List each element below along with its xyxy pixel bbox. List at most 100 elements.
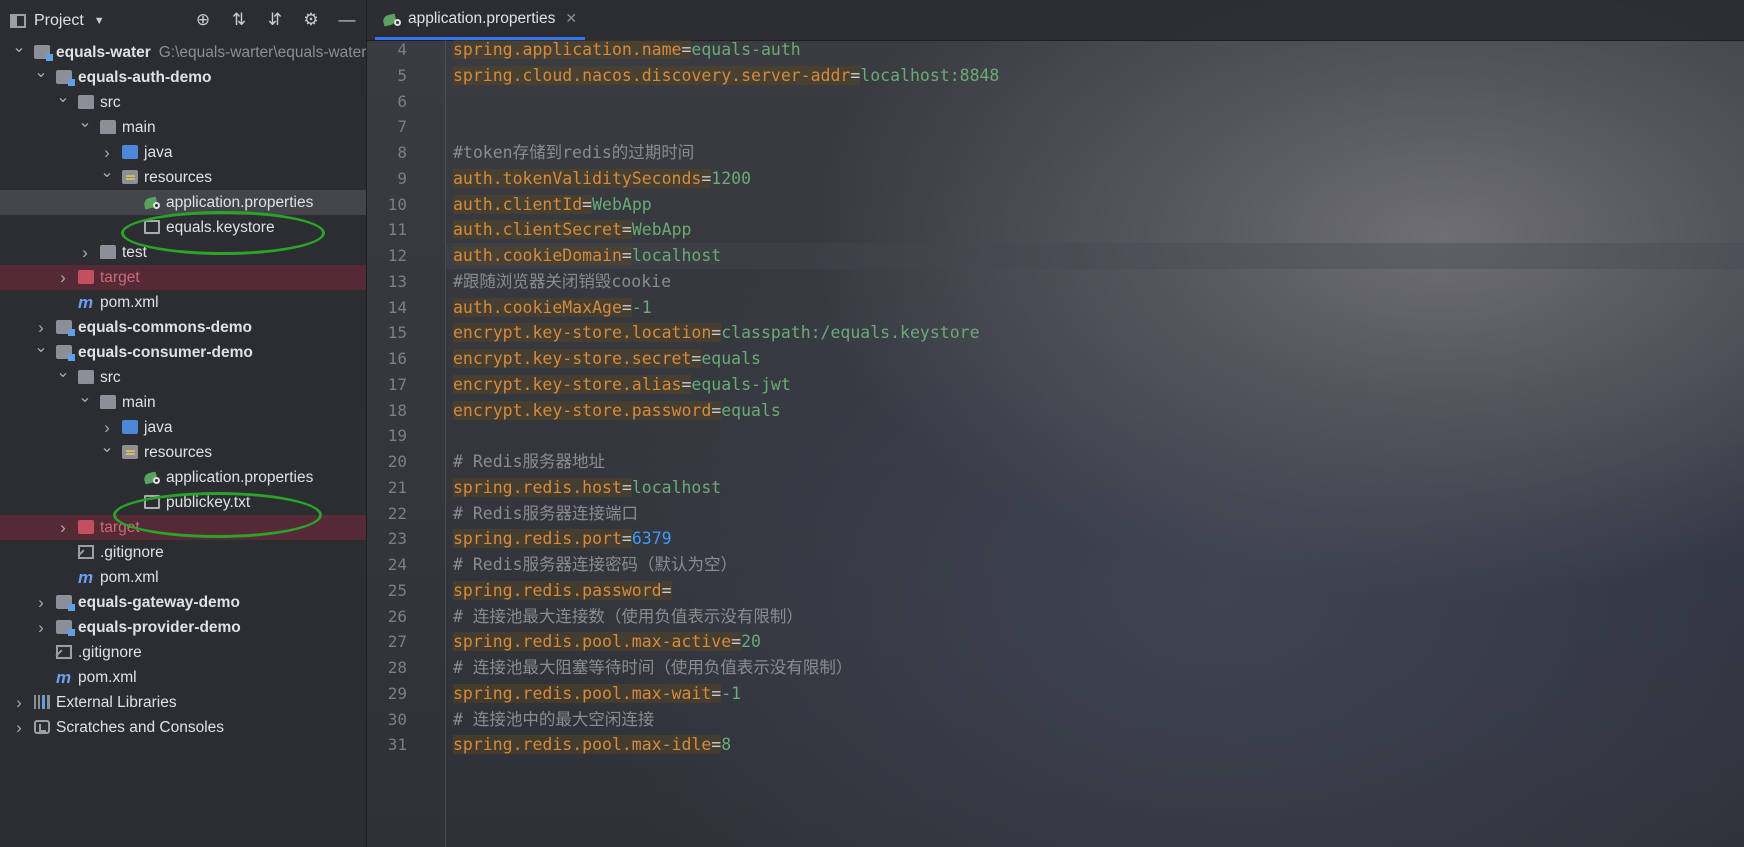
chevron-right-icon[interactable]: › <box>78 240 92 265</box>
code-line[interactable]: # Redis服务器连接端口 <box>453 501 638 527</box>
tree-row[interactable]: application.properties <box>0 190 366 215</box>
line-number: 29 <box>387 683 407 703</box>
tree-row[interactable]: › java <box>0 415 366 440</box>
code-line[interactable]: spring.redis.port=6379 <box>453 526 672 552</box>
code-line[interactable]: spring.redis.pool.max-wait=-1 <box>453 681 741 707</box>
tree-row[interactable]: › External Libraries <box>0 690 366 715</box>
line-number: 28 <box>387 658 407 677</box>
project-panel-title[interactable]: Project <box>34 12 84 30</box>
tree-row[interactable]: › Scratches and Consoles <box>0 715 366 740</box>
property-value: 1200 <box>711 168 752 188</box>
chevron-right-icon[interactable]: › <box>12 715 26 740</box>
code-line[interactable]: encrypt.key-store.password=equals <box>453 398 781 424</box>
tree-item-label: pom.xml <box>78 669 137 686</box>
code-line[interactable]: # 连接池最大阻塞等待时间（使用负值表示没有限制） <box>453 655 852 681</box>
code-line[interactable]: spring.redis.pool.max-idle=8 <box>453 732 731 758</box>
properties-file-icon <box>144 470 160 484</box>
libraries-icon <box>34 695 50 709</box>
code-comment: # 连接池中的最大空闲连接 <box>453 709 655 729</box>
tree-row[interactable]: .gitignore <box>0 540 366 565</box>
tree-row[interactable]: .gitignore <box>0 640 366 665</box>
chevron-down-icon[interactable]: ⌄ <box>12 35 26 60</box>
tree-row[interactable]: ⌄ main <box>0 389 366 415</box>
tree-row[interactable]: publickey.txt <box>0 490 366 515</box>
tree-row[interactable]: ⌄ src <box>0 364 366 390</box>
code-line[interactable]: encrypt.key-store.location=classpath:/eq… <box>453 320 980 346</box>
text-file-icon <box>144 220 160 234</box>
tree-row[interactable]: ⌄ equals-auth-demo <box>0 64 366 90</box>
chevron-down-icon[interactable]: ⌄ <box>56 85 70 110</box>
chevron-right-icon[interactable]: › <box>34 615 48 640</box>
code-line[interactable]: spring.application.name=equals-auth <box>453 37 801 63</box>
code-line[interactable]: spring.redis.host=localhost <box>453 475 721 501</box>
chevron-down-icon[interactable]: ⌄ <box>78 110 92 135</box>
tree-item-label: target <box>100 519 140 536</box>
locate-file-icon[interactable]: ⊕ <box>192 10 214 30</box>
tree-item-label: src <box>100 369 121 386</box>
code-line[interactable]: auth.clientId=WebApp <box>453 192 652 218</box>
chevron-right-icon[interactable]: › <box>56 265 70 290</box>
code-line[interactable]: auth.cookieMaxAge=-1 <box>453 295 652 321</box>
tree-row[interactable]: ⌄ resources <box>0 164 366 190</box>
tree-row[interactable]: › test <box>0 240 366 265</box>
chevron-down-icon[interactable]: ⌄ <box>34 60 48 85</box>
tree-row[interactable]: ⌄ main <box>0 114 366 140</box>
tab-application-properties[interactable]: application.properties ✕ <box>375 0 586 40</box>
code-line[interactable]: auth.cookieDomain=localhost <box>445 243 1744 269</box>
chevron-down-icon[interactable]: ⌄ <box>34 335 48 360</box>
code-comment: # Redis服务器地址 <box>453 452 606 471</box>
tree-row[interactable]: ⌄ resources <box>0 439 366 465</box>
chevron-down-icon[interactable]: ⌄ <box>56 360 70 385</box>
chevron-right-icon[interactable]: › <box>34 590 48 615</box>
tree-row[interactable]: ⌄ equals-consumer-demo <box>0 339 366 365</box>
property-key: encrypt.key-store.alias <box>453 374 682 394</box>
code-line[interactable]: # 连接池最大连接数（使用负值表示没有限制） <box>453 604 803 630</box>
chevron-right-icon[interactable]: › <box>56 515 70 540</box>
code-line[interactable]: spring.redis.pool.max-active=20 <box>453 629 761 655</box>
tree-item-label: equals-commons-demo <box>78 319 252 336</box>
property-key: spring.redis.pool.max-active <box>453 632 732 652</box>
tree-row[interactable]: m pom.xml <box>0 665 366 690</box>
chevron-right-icon[interactable]: › <box>12 690 26 715</box>
property-value: classpath:/equals.keystore <box>721 323 980 343</box>
tree-row[interactable]: › target <box>0 265 366 290</box>
collapse-all-icon[interactable]: ⇵ <box>264 10 286 30</box>
code-line[interactable]: encrypt.key-store.secret=equals <box>453 346 761 372</box>
chevron-down-icon[interactable]: ▼ <box>94 15 105 27</box>
expand-all-icon[interactable]: ⇅ <box>228 10 250 30</box>
tree-item-label: pom.xml <box>100 569 159 586</box>
code-line[interactable]: # Redis服务器地址 <box>453 449 605 475</box>
code-line[interactable]: auth.clientSecret=WebApp <box>453 217 691 243</box>
code-line[interactable]: spring.cloud.nacos.discovery.server-addr… <box>453 63 999 89</box>
tree-row[interactable]: › equals-provider-demo <box>0 615 366 640</box>
gear-icon[interactable]: ⚙ <box>300 10 322 30</box>
code-line[interactable]: auth.tokenValiditySeconds=1200 <box>453 166 751 192</box>
minimize-icon[interactable]: — <box>336 10 358 30</box>
code-line[interactable]: # Redis服务器连接密码（默认为空） <box>453 552 737 578</box>
chevron-down-icon[interactable]: ⌄ <box>100 160 114 185</box>
code-line[interactable]: encrypt.key-store.alias=equals-jwt <box>453 372 791 398</box>
tree-row[interactable]: m pom.xml <box>0 565 366 590</box>
chevron-down-icon[interactable]: ⌄ <box>100 435 114 460</box>
tree-row[interactable]: equals.keystore <box>0 215 366 240</box>
property-key: encrypt.key-store.password <box>453 400 712 420</box>
property-key: encrypt.key-store.secret <box>453 349 692 368</box>
tree-row[interactable]: ⌄ equals-water G:\equals-warter\equals-wat… <box>0 39 366 65</box>
tree-row[interactable]: › equals-commons-demo <box>0 315 366 340</box>
code-line[interactable]: #跟随浏览器关闭销毁cookie <box>453 269 671 295</box>
tree-row[interactable]: › target <box>0 515 366 540</box>
tree-row[interactable]: › equals-gateway-demo <box>0 590 366 615</box>
code-line[interactable]: #token存储到redis的过期时间 <box>453 140 694 166</box>
code-line[interactable]: spring.redis.password= <box>453 578 672 604</box>
tree-row[interactable]: application.properties <box>0 465 366 490</box>
tree-item-label: equals-consumer-demo <box>78 344 253 361</box>
line-number: 31 <box>387 735 407 755</box>
chevron-down-icon[interactable]: ⌄ <box>78 385 92 410</box>
code-line[interactable]: # 连接池中的最大空闲连接 <box>453 707 654 733</box>
close-icon[interactable]: ✕ <box>565 10 577 27</box>
tree-row[interactable]: › java <box>0 140 366 165</box>
module-icon <box>56 595 75 611</box>
tree-row[interactable]: ⌄ src <box>0 89 366 115</box>
tree-row[interactable]: m pom.xml <box>0 290 366 315</box>
folder-icon <box>100 395 116 409</box>
